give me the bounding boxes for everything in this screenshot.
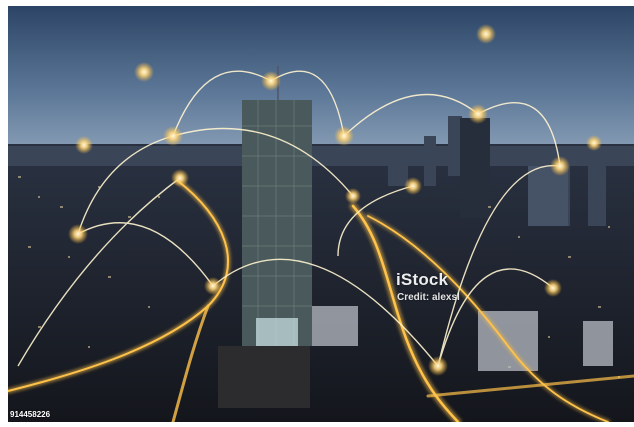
photo-credit: Credit: alexsl bbox=[397, 292, 460, 303]
image-id: 914458226 bbox=[10, 410, 51, 419]
dark-tower bbox=[460, 118, 490, 218]
city-network-photo bbox=[8, 6, 634, 422]
photo-canvas bbox=[8, 6, 634, 422]
istock-logo: iStock bbox=[396, 270, 449, 289]
dark-building bbox=[218, 346, 310, 408]
main-skyscraper bbox=[242, 66, 312, 346]
